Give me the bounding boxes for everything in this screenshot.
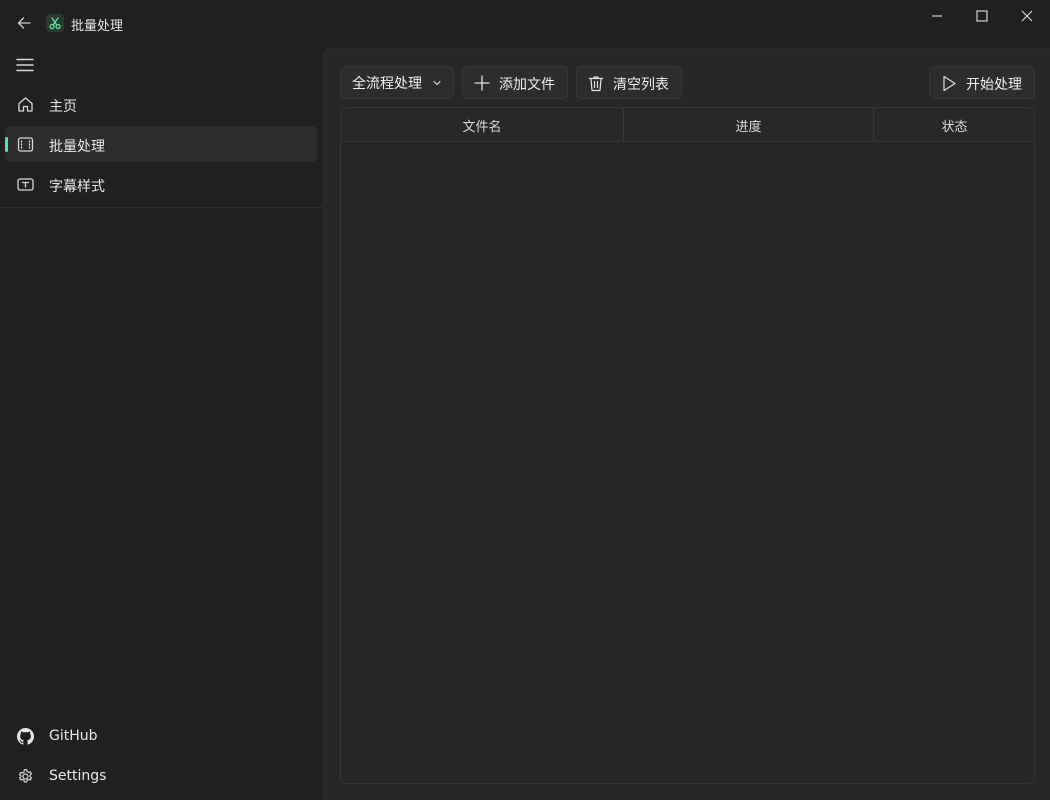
close-button[interactable] xyxy=(1004,0,1049,32)
window-title: 批量处理 xyxy=(71,19,124,34)
column-header-filename[interactable]: 文件名 xyxy=(341,108,624,142)
mode-select-value: 全流程处理 xyxy=(352,75,422,92)
maximize-button[interactable] xyxy=(959,0,1004,32)
column-header-progress[interactable]: 进度 xyxy=(624,108,874,142)
table-header: 文件名 进度 状态 xyxy=(341,108,1034,142)
sidebar-item-settings[interactable]: Settings xyxy=(5,758,317,794)
back-arrow-icon xyxy=(17,17,31,29)
maximize-icon xyxy=(975,10,988,22)
clear-list-label: 清空列表 xyxy=(613,77,669,93)
sidebar-item-label: 批量处理 xyxy=(49,139,105,155)
sidebar-item-label: 主页 xyxy=(49,99,77,115)
back-button[interactable] xyxy=(10,9,38,37)
start-processing-label: 开始处理 xyxy=(966,77,1022,93)
mode-select[interactable]: 全流程处理 xyxy=(340,66,454,99)
column-header-status[interactable]: 状态 xyxy=(874,108,1034,142)
subtitle-icon xyxy=(16,175,34,193)
active-indicator xyxy=(5,137,8,152)
sidebar-item-home[interactable]: 主页 xyxy=(5,86,317,122)
play-icon xyxy=(940,74,958,92)
main-panel: 全流程处理 添加文件 清空列表 开始处理 文件名 进度 状态 xyxy=(323,48,1050,800)
trash-icon xyxy=(587,74,605,92)
sidebar-item-github[interactable]: GitHub xyxy=(5,718,317,754)
minimize-icon xyxy=(931,15,942,17)
hamburger-menu-icon xyxy=(16,58,34,72)
sidebar: 主页 批量处理 字幕样式 GitHub Settings xyxy=(0,46,323,800)
app-logo xyxy=(46,14,64,32)
plus-icon xyxy=(473,74,491,92)
gear-icon xyxy=(16,767,34,785)
scissors-icon xyxy=(49,17,61,30)
file-table: 文件名 进度 状态 xyxy=(340,107,1035,784)
sidebar-item-batch[interactable]: 批量处理 xyxy=(5,126,317,162)
add-file-button[interactable]: 添加文件 xyxy=(462,66,568,99)
close-icon xyxy=(1021,10,1032,22)
sidebar-divider xyxy=(0,207,323,208)
start-processing-button[interactable]: 开始处理 xyxy=(929,66,1035,99)
sidebar-item-label: Settings xyxy=(49,768,107,784)
chevron-down-icon xyxy=(433,80,441,86)
table-body xyxy=(341,143,1034,783)
minimize-button[interactable] xyxy=(914,0,959,32)
title-bar: 批量处理 xyxy=(0,0,1050,46)
github-icon xyxy=(16,727,34,745)
menu-toggle-button[interactable] xyxy=(8,50,42,80)
sidebar-item-subtitle-style[interactable]: 字幕样式 xyxy=(5,166,317,202)
home-icon xyxy=(16,95,34,113)
sidebar-item-label: 字幕样式 xyxy=(49,179,105,195)
sidebar-item-label: GitHub xyxy=(49,728,98,744)
film-icon xyxy=(16,135,34,153)
add-file-label: 添加文件 xyxy=(499,77,555,93)
clear-list-button[interactable]: 清空列表 xyxy=(576,66,682,99)
